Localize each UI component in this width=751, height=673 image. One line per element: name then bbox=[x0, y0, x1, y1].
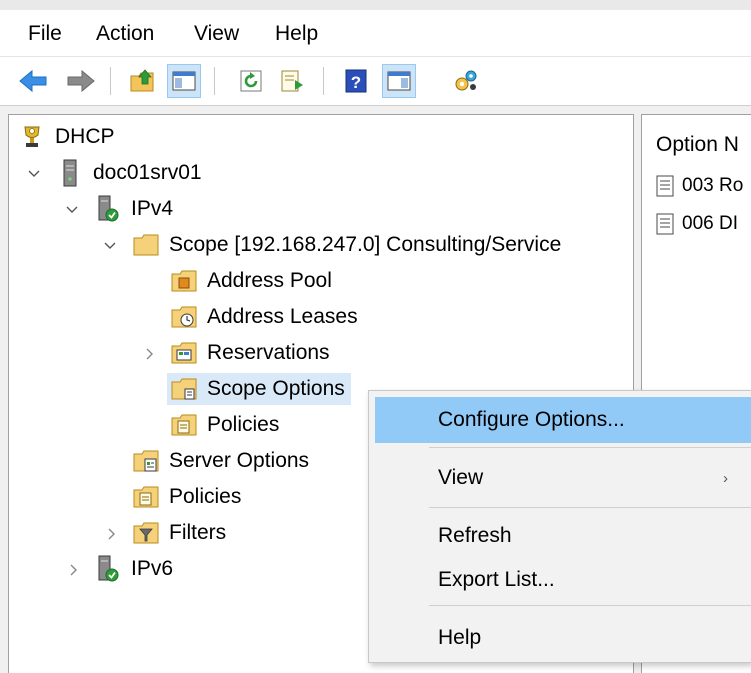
tree-node-filters[interactable]: Filters bbox=[133, 517, 230, 549]
tree-node-server-policies[interactable]: Policies bbox=[133, 481, 245, 513]
collapsed-chevron-icon[interactable] bbox=[143, 347, 157, 361]
forward-button[interactable] bbox=[64, 64, 98, 98]
tree-label-reservations: Reservations bbox=[207, 341, 330, 364]
reservations-icon bbox=[171, 340, 197, 366]
toolbar: ? bbox=[0, 56, 751, 106]
tree-node-ipv6[interactable]: IPv6 bbox=[95, 553, 177, 585]
menu-separator bbox=[429, 605, 751, 606]
menu-item-help[interactable]: Help bbox=[375, 615, 751, 661]
tree-label-ipv6: IPv6 bbox=[131, 557, 174, 580]
properties-button[interactable] bbox=[449, 64, 483, 98]
help-button[interactable]: ? bbox=[339, 64, 373, 98]
tree-label-dhcp: DHCP bbox=[55, 125, 115, 148]
submenu-arrow-icon: › bbox=[723, 469, 728, 487]
list-item[interactable]: 006 DI bbox=[654, 209, 738, 239]
toolbar-separator bbox=[323, 67, 324, 95]
list-item-label: 003 Ro bbox=[682, 175, 744, 196]
tree-label-server-policies: Policies bbox=[169, 485, 242, 508]
menu-file[interactable]: File bbox=[28, 22, 62, 46]
tree-node-scope-options[interactable]: Scope Options bbox=[167, 373, 351, 405]
tree-label-scope-policies: Policies bbox=[207, 413, 280, 436]
menu-item-label: Export List... bbox=[438, 568, 555, 591]
menu-bar: File Action View Help bbox=[0, 10, 751, 56]
export-list-button[interactable] bbox=[276, 64, 310, 98]
show-hide-console-tree-icon bbox=[172, 71, 196, 91]
back-arrow-icon bbox=[19, 69, 47, 93]
collapsed-chevron-icon[interactable] bbox=[105, 527, 119, 541]
tree-label-address-pool: Address Pool bbox=[207, 269, 332, 292]
context-menu: Configure Options... View › Refresh Expo… bbox=[368, 390, 751, 663]
option-document-icon bbox=[656, 213, 674, 235]
show-hide-action-pane-button[interactable] bbox=[382, 64, 416, 98]
menu-item-export-list[interactable]: Export List... bbox=[375, 557, 751, 603]
tree-node-address-pool[interactable]: Address Pool bbox=[171, 265, 336, 297]
expanded-chevron-icon[interactable] bbox=[27, 167, 41, 181]
back-button[interactable] bbox=[16, 64, 50, 98]
option-document-icon bbox=[656, 175, 674, 197]
server-options-icon bbox=[133, 448, 159, 474]
collapsed-chevron-icon[interactable] bbox=[67, 563, 81, 577]
tree-node-scope[interactable]: Scope [192.168.247.0] Consulting/Service bbox=[133, 229, 565, 261]
tree-label-scope-options: Scope Options bbox=[207, 377, 345, 400]
address-leases-icon bbox=[171, 304, 197, 330]
tree-label-filters: Filters bbox=[169, 521, 227, 544]
menu-item-label: Refresh bbox=[438, 524, 512, 547]
help-icon: ? bbox=[345, 69, 367, 93]
menu-item-view[interactable]: View › bbox=[375, 455, 751, 501]
tree-node-address-leases[interactable]: Address Leases bbox=[171, 301, 362, 333]
export-list-icon bbox=[281, 70, 303, 92]
toolbar-separator bbox=[110, 67, 111, 95]
tree-node-server-options[interactable]: Server Options bbox=[133, 445, 313, 477]
refresh-button[interactable] bbox=[234, 64, 268, 98]
svg-text:?: ? bbox=[351, 73, 361, 92]
up-one-level-button[interactable] bbox=[126, 64, 160, 98]
menu-separator bbox=[429, 447, 751, 448]
expanded-chevron-icon[interactable] bbox=[103, 239, 117, 253]
menu-separator bbox=[429, 507, 751, 508]
show-hide-console-tree-button[interactable] bbox=[167, 64, 201, 98]
tree-label-server-options: Server Options bbox=[169, 449, 310, 472]
policies-icon bbox=[171, 412, 197, 438]
toolbar-separator bbox=[214, 67, 215, 95]
tree-node-scope-policies[interactable]: Policies bbox=[171, 409, 283, 441]
dhcp-trophy-icon bbox=[19, 124, 45, 150]
tree-node-server[interactable]: doc01srv01 bbox=[57, 157, 206, 189]
forward-arrow-icon bbox=[67, 69, 95, 93]
scope-options-icon bbox=[171, 376, 197, 402]
tree-node-reservations[interactable]: Reservations bbox=[171, 337, 334, 369]
show-hide-action-pane-icon bbox=[387, 71, 411, 91]
ipv4-server-check-icon bbox=[95, 195, 121, 222]
ipv6-server-check-icon bbox=[95, 555, 121, 582]
list-item-label: 006 DI bbox=[682, 213, 738, 234]
menu-item-label: Help bbox=[438, 626, 482, 649]
address-pool-icon bbox=[171, 268, 197, 294]
menu-action[interactable]: Action bbox=[96, 22, 154, 46]
tree-label-ipv4: IPv4 bbox=[131, 197, 174, 220]
menu-view[interactable]: View bbox=[194, 22, 239, 46]
menu-item-configure-options[interactable]: Configure Options... bbox=[375, 397, 751, 443]
refresh-icon bbox=[240, 70, 262, 92]
menu-item-label: Configure Options... bbox=[438, 408, 625, 431]
tree-label-address-leases: Address Leases bbox=[207, 305, 358, 328]
policies-icon bbox=[133, 484, 159, 510]
properties-icon bbox=[455, 70, 477, 91]
expanded-chevron-icon[interactable] bbox=[65, 203, 79, 217]
tree-node-dhcp[interactable]: DHCP bbox=[19, 121, 119, 153]
column-header-option-name[interactable]: Option N bbox=[656, 133, 739, 157]
window-top-strip bbox=[0, 0, 751, 10]
list-item[interactable]: 003 Ro bbox=[654, 171, 743, 201]
up-folder-icon bbox=[130, 69, 154, 92]
menu-item-refresh[interactable]: Refresh bbox=[375, 513, 751, 559]
tree-label-scope: Scope [192.168.247.0] Consulting/Service bbox=[169, 233, 562, 256]
tree-label-server: doc01srv01 bbox=[93, 161, 202, 184]
menu-help[interactable]: Help bbox=[275, 22, 318, 46]
filter-icon bbox=[133, 520, 159, 546]
server-icon bbox=[57, 159, 83, 187]
menu-item-label: View bbox=[438, 466, 484, 489]
tree-node-ipv4[interactable]: IPv4 bbox=[95, 193, 177, 225]
scope-folder-icon bbox=[133, 232, 159, 258]
